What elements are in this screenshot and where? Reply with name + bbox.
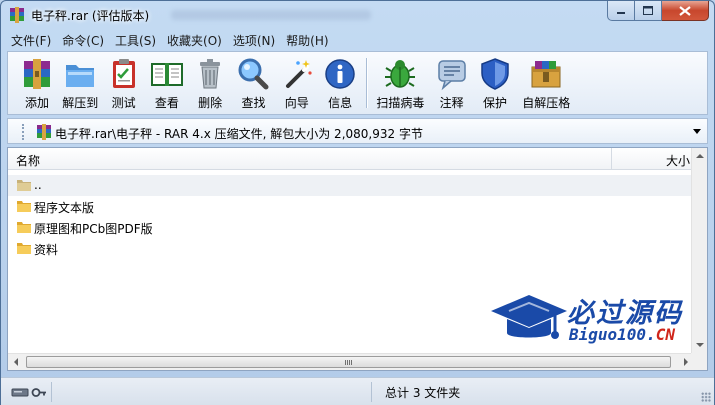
maximize-icon	[643, 6, 653, 15]
menu-bar: 文件(F) 命令(C) 工具(S) 收藏夹(O) 选项(N) 帮助(H)	[7, 30, 708, 50]
menu-options[interactable]: 选项(N)	[229, 30, 279, 50]
sfx-button[interactable]: 自解压格	[517, 52, 575, 114]
column-divider[interactable]	[611, 148, 612, 170]
list-item-parent[interactable]: ..	[8, 175, 692, 196]
trash-icon	[200, 59, 221, 89]
blurred-title-area	[171, 10, 371, 20]
sfx-archive-icon	[531, 61, 561, 88]
magnifier-icon	[238, 58, 269, 90]
graduation-cap-icon	[491, 295, 567, 339]
protect-label: 保护	[482, 96, 507, 110]
resize-grip-icon[interactable]	[701, 392, 711, 402]
bug-icon	[385, 60, 416, 88]
info-label: 信息	[328, 96, 353, 110]
thumb-grip-icon	[345, 360, 353, 365]
view-book-icon	[150, 63, 183, 86]
test-label: 测试	[111, 96, 136, 110]
archive-icon	[37, 124, 51, 140]
add-label: 添加	[24, 96, 49, 110]
watermark-domain: Biguo100.	[569, 325, 656, 344]
watermark-tld: CN	[655, 325, 675, 344]
folder-icon	[17, 222, 31, 233]
archive-path: 电子秤.rar\电子秤 - RAR 4.x 压缩文件, 解包大小为 2,080,…	[55, 127, 423, 141]
extract-label: 解压到	[62, 96, 99, 110]
window-title: 电子秤.rar (评估版本)	[31, 9, 150, 23]
close-icon	[679, 5, 691, 16]
view-button[interactable]: 查看	[146, 52, 188, 114]
list-item-label: 资料	[34, 243, 59, 257]
delete-button[interactable]: 删除	[189, 52, 231, 114]
winrar-window: 电子秤.rar (评估版本) 文件(F) 命令(C) 工具(S) 收藏夹(O) …	[0, 0, 715, 405]
extract-folder-icon	[66, 65, 95, 87]
test-clipboard-icon	[112, 59, 135, 88]
menu-file[interactable]: 文件(F)	[7, 30, 55, 50]
watermark-subtitle: Biguo100.CN	[569, 325, 675, 344]
folder-icon	[17, 243, 31, 254]
minimize-button[interactable]	[607, 1, 635, 21]
protect-button[interactable]: 保护	[474, 52, 516, 114]
folder-icon	[17, 201, 31, 212]
toolbar-separator	[366, 58, 368, 108]
list-item-label: 原理图和PCb图PDF版	[34, 222, 153, 236]
address-bar[interactable]: 电子秤.rar\电子秤 - RAR 4.x 压缩文件, 解包大小为 2,080,…	[7, 118, 708, 144]
status-divider	[51, 382, 52, 402]
caption-buttons	[607, 1, 709, 21]
test-button[interactable]: 测试	[103, 52, 145, 114]
scroll-corner	[691, 353, 707, 370]
status-text: 总计 3 文件夹	[385, 386, 461, 400]
toolbar: 添加 解压到 测试 查看 删除 查找 向导 信息 扫描病毒 注释 保护 自解压格	[7, 51, 708, 115]
list-item-label: 程序文本版	[34, 201, 95, 215]
add-archive-icon	[24, 59, 50, 89]
column-name[interactable]: 名称	[16, 152, 40, 169]
shield-icon	[481, 58, 509, 90]
horizontal-scroll-thumb[interactable]	[26, 356, 671, 368]
view-label: 查看	[154, 96, 179, 110]
close-button[interactable]	[662, 1, 709, 21]
minimize-icon	[617, 11, 625, 14]
horizontal-scrollbar[interactable]	[8, 353, 707, 370]
wizard-button[interactable]: 向导	[276, 52, 318, 114]
title-bar[interactable]: 电子秤.rar (评估版本)	[1, 1, 714, 29]
extract-button[interactable]: 解压到	[59, 52, 101, 114]
menu-help[interactable]: 帮助(H)	[282, 30, 332, 50]
menu-commands[interactable]: 命令(C)	[58, 30, 108, 50]
address-dropdown-icon[interactable]	[693, 129, 701, 134]
info-icon	[325, 59, 355, 89]
comment-icon	[437, 60, 466, 91]
comment-label: 注释	[439, 96, 464, 110]
info-button[interactable]: 信息	[319, 52, 361, 114]
scan-virus-button[interactable]: 扫描病毒	[371, 52, 429, 114]
wizard-label: 向导	[284, 96, 309, 110]
drive-key-icon[interactable]	[11, 385, 47, 399]
list-item-label: ..	[34, 178, 42, 192]
toolbar-grip	[8, 52, 16, 114]
scroll-down-icon[interactable]	[696, 343, 704, 347]
list-item[interactable]: 资料	[8, 238, 692, 259]
add-button[interactable]: 添加	[16, 52, 58, 114]
menu-tools[interactable]: 工具(S)	[111, 30, 160, 50]
magic-wand-icon	[285, 60, 312, 88]
scroll-right-icon[interactable]	[684, 358, 688, 366]
address-grip	[22, 124, 25, 140]
list-rows: .. 程序文本版 原理图和PCb图PDF版 资料	[8, 175, 692, 259]
parent-folder-icon	[17, 180, 31, 191]
status-bar: 总计 3 文件夹	[1, 377, 714, 405]
comment-button[interactable]: 注释	[431, 52, 473, 114]
list-header: 名称 大小	[8, 148, 692, 170]
sfx-label: 自解压格	[522, 96, 571, 110]
column-size[interactable]: 大小	[666, 152, 690, 169]
list-item[interactable]: 程序文本版	[8, 196, 692, 217]
maximize-button[interactable]	[635, 1, 662, 21]
list-item[interactable]: 原理图和PCb图PDF版	[8, 217, 692, 238]
status-divider	[371, 382, 372, 402]
find-label: 查找	[241, 96, 266, 110]
watermark-logo: 必过源码 Biguo100.CN	[489, 289, 694, 349]
delete-label: 删除	[198, 96, 223, 110]
scan-virus-label: 扫描病毒	[376, 96, 425, 110]
find-button[interactable]: 查找	[232, 52, 274, 114]
menu-favorites[interactable]: 收藏夹(O)	[163, 30, 226, 50]
scroll-left-icon[interactable]	[14, 358, 18, 366]
scroll-up-icon[interactable]	[696, 154, 704, 158]
winrar-icon	[10, 7, 24, 23]
